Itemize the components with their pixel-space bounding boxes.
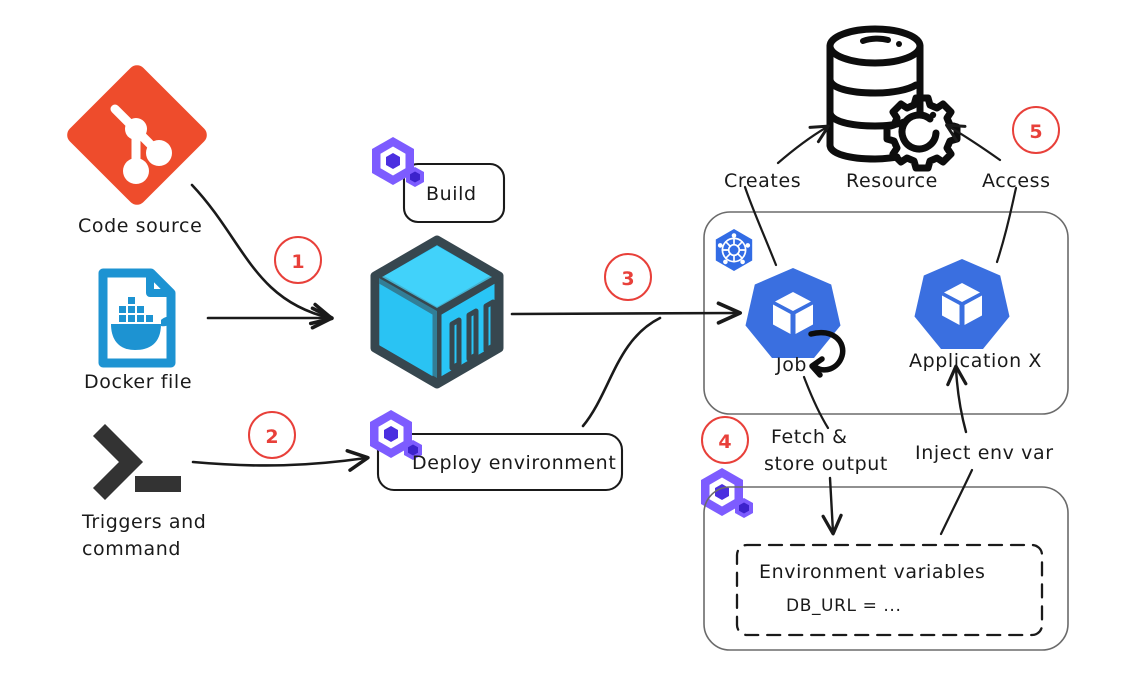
step-1-number: 1 [291,251,304,273]
label-code-source: Code source [78,215,202,237]
label-deploy-environment: Deploy environment [412,452,616,474]
arrow-creates-head [776,124,830,165]
label-application-x: Application X [909,350,1042,372]
label-triggers-line2: command [82,538,181,560]
dagger-icon-build [372,137,424,187]
arrow-fetch-store-output [821,476,843,536]
pod-icon-application-x [914,259,1010,349]
arrow-access-head [945,123,1002,162]
label-inject-env-var: Inject env var [915,442,1054,464]
step-badge-4: 4 [701,416,749,464]
step-3-number: 3 [621,268,634,290]
label-resource: Resource [846,170,938,192]
label-job: Job [775,354,807,376]
git-icon [67,65,207,205]
arrow-fetch-store-lead [802,375,830,430]
environment-variables-dashed-box [735,543,1044,637]
dagger-icon-env [701,468,753,518]
label-build: Build [426,183,477,205]
container-cube-icon [370,235,504,389]
arrow-inject-env-var-lower [939,468,974,536]
diagram-canvas: 1 2 3 4 5 Code source Docker file Trigge… [0,0,1144,673]
step-badge-2: 2 [248,411,296,459]
label-creates: Creates [724,170,801,192]
label-triggers-line1: Triggers and [81,511,206,533]
database-gear-icon [826,25,961,172]
pod-icon-job [745,268,841,358]
kubernetes-icon [715,229,753,271]
step-2-number: 2 [265,426,278,448]
step-4-number: 4 [718,431,731,453]
step-badge-1: 1 [274,236,322,284]
label-db-url-entry: DB_URL = ... [786,596,901,616]
label-access: Access [982,170,1051,192]
step-badge-3: 3 [604,253,652,301]
label-fetch-line1: Fetch & [771,426,848,448]
docker-file-icon [98,268,176,368]
step-5-number: 5 [1029,121,1042,143]
arrow-container-to-job [510,301,743,325]
terminal-icon [89,422,185,502]
arrow-inject-env-var-upper [946,364,968,434]
arrow-triggers-to-deploy [191,449,370,472]
label-fetch-line2: store output [764,453,888,475]
diagram-svg: 1 2 3 4 5 Code source Docker file Trigge… [67,25,1069,651]
label-docker-file: Docker file [84,371,192,393]
arrow-deploy-to-job-curve [581,316,662,428]
label-environment-variables: Environment variables [759,561,986,583]
arrow-access [995,186,1018,264]
step-badge-5: 5 [1012,106,1060,154]
